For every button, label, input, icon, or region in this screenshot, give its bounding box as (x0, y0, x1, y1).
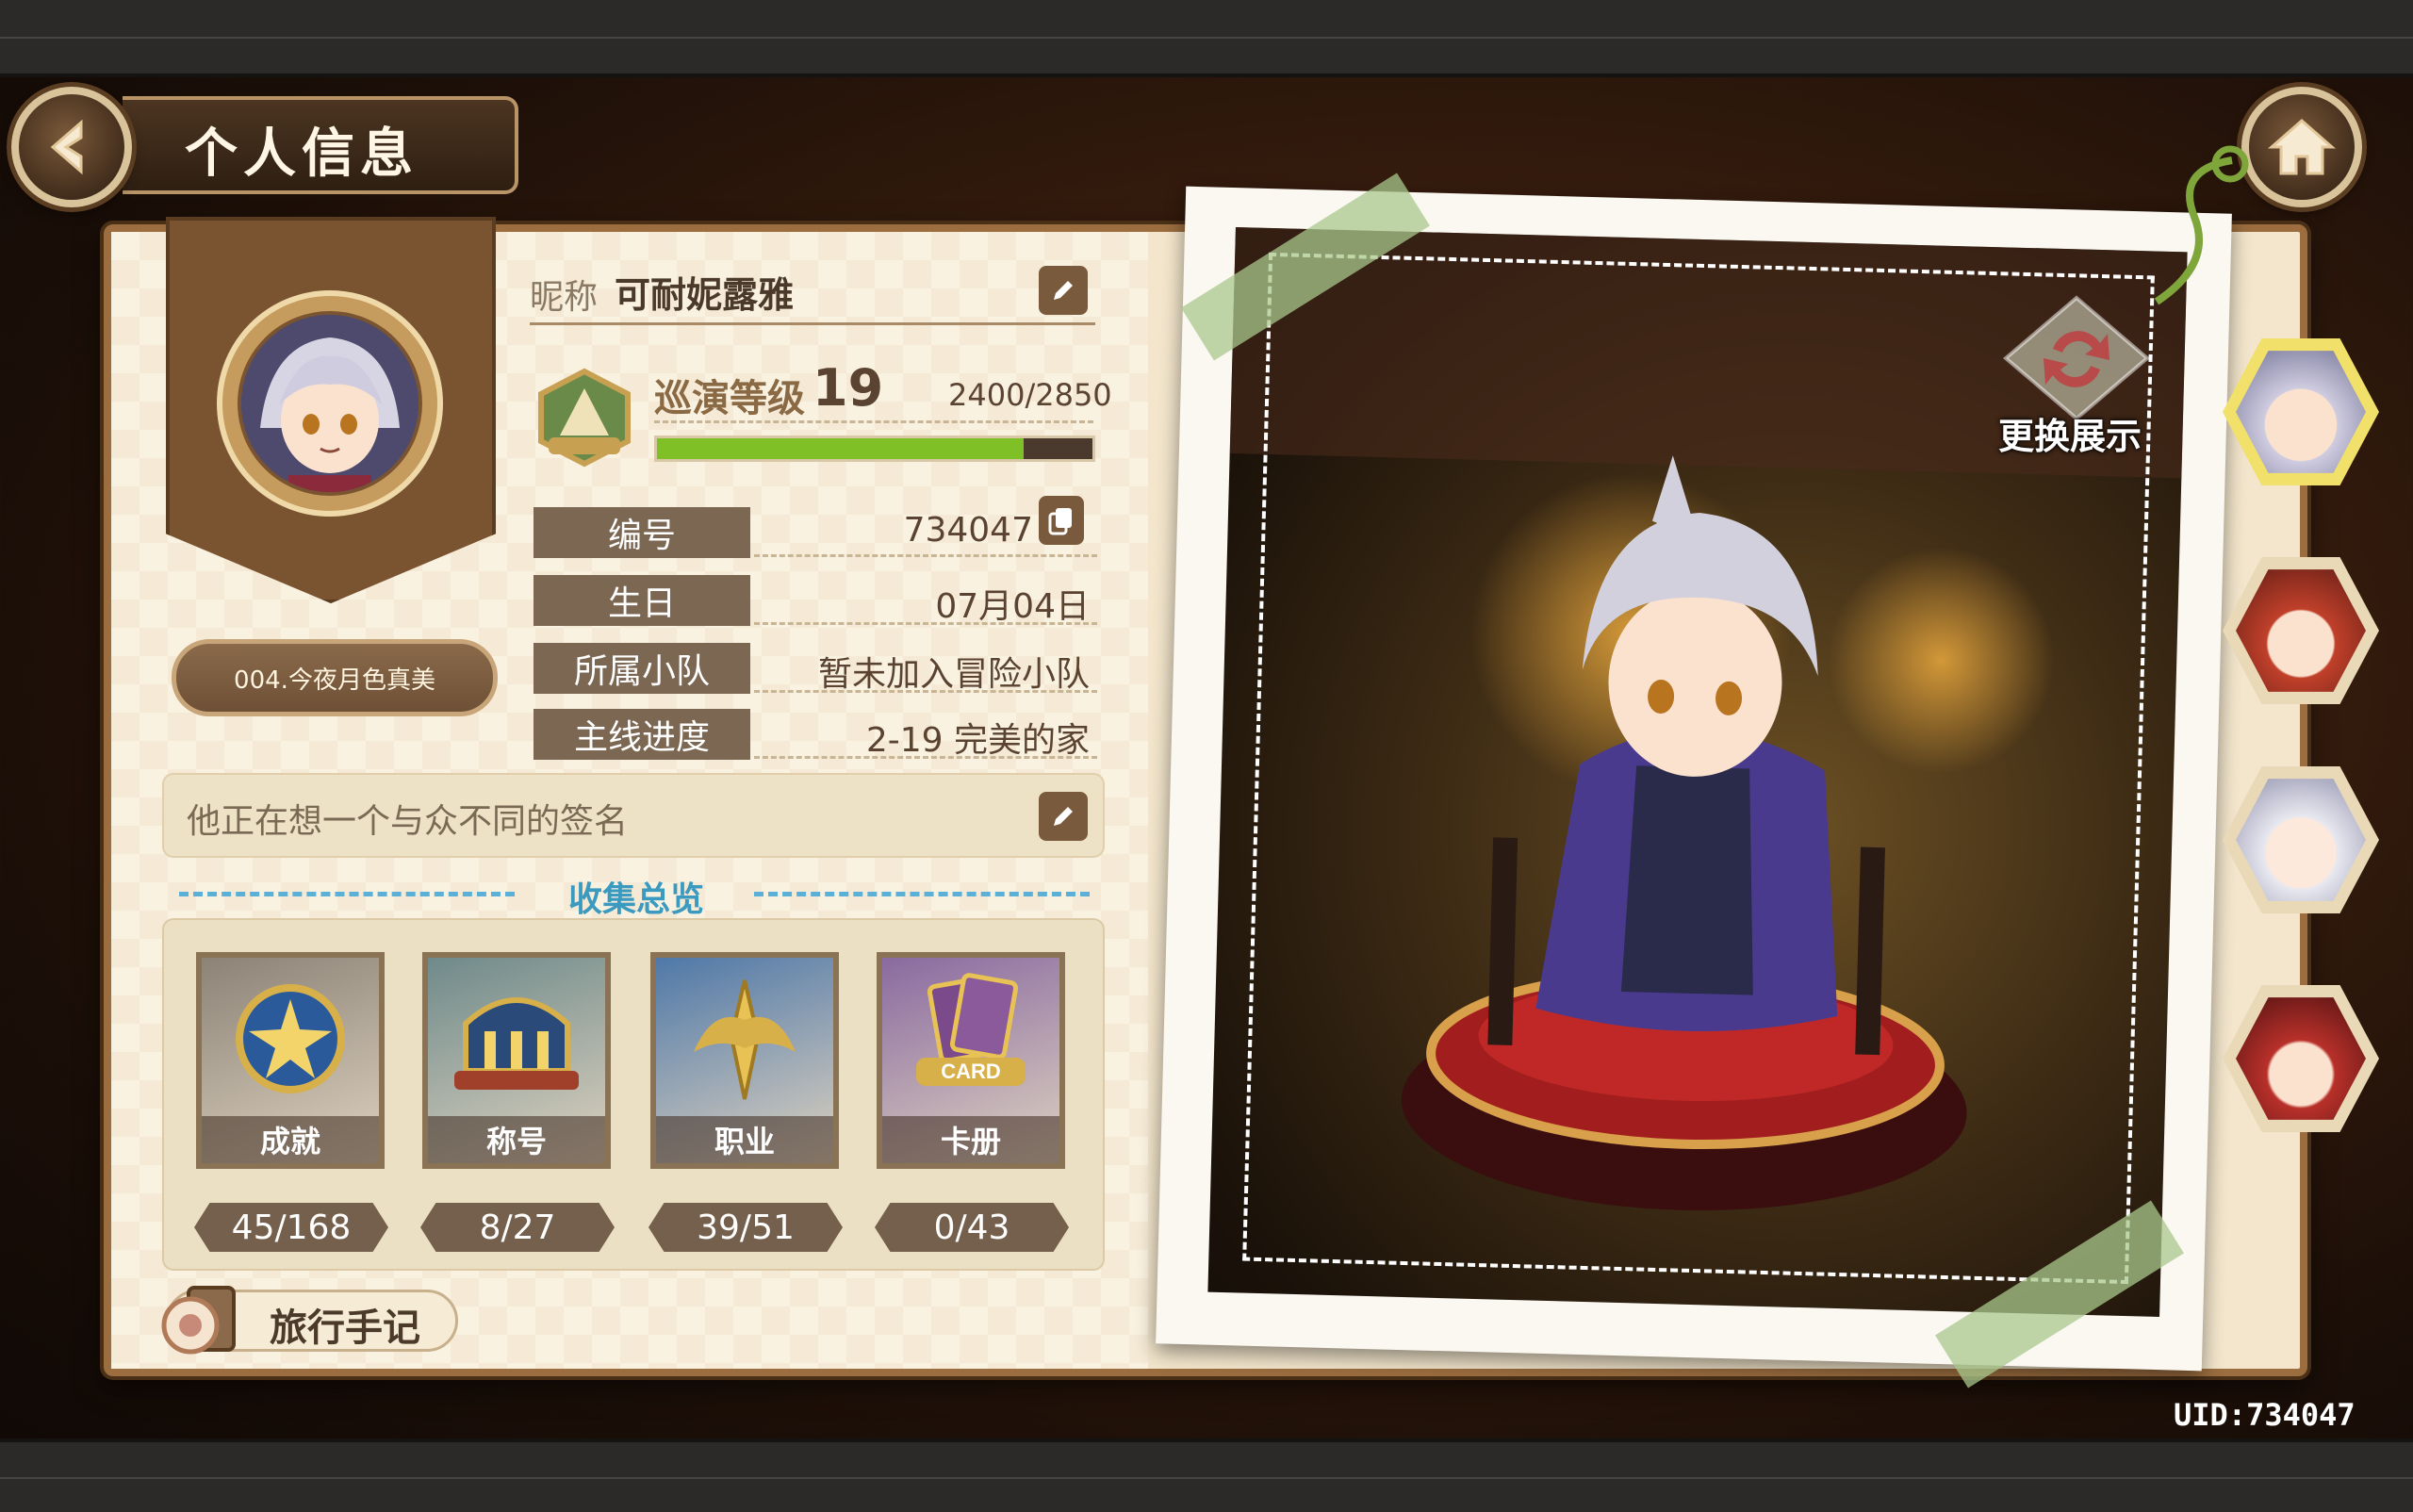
avatar[interactable] (217, 290, 443, 517)
bottom-ornament-band (0, 1438, 2413, 1512)
achievement-card[interactable]: 成就 (196, 952, 385, 1169)
title-count: 8/27 (420, 1203, 615, 1252)
side-avatar-1-portrait (2236, 351, 2366, 473)
nickname-label: 昵称 (530, 278, 599, 317)
title-emblem-icon (454, 997, 579, 1090)
card-album-count: 0/43 (875, 1203, 1069, 1252)
edit-icon (1054, 281, 1073, 300)
team-divider (754, 690, 1097, 693)
side-avatar-2-portrait (2236, 569, 2366, 692)
achievement-emblem-icon (236, 984, 345, 1093)
collection-divider-left (179, 892, 515, 896)
avatar-portrait (238, 311, 422, 496)
card-album-emblem-text: CARD (941, 1060, 1001, 1083)
edit-nickname-button[interactable] (1039, 266, 1088, 315)
collection-title: 收集总览 (567, 880, 704, 919)
swap-icon (2002, 295, 2151, 421)
job-card[interactable]: 职业 (650, 952, 839, 1169)
travel-journal-label: 旅行手记 (270, 1307, 420, 1350)
level-divider (654, 420, 1093, 423)
collection-divider-right (754, 892, 1090, 896)
tour-level-label: 巡演等级 (654, 377, 805, 420)
home-button[interactable] (2241, 87, 2362, 207)
tour-level-value: 19 (813, 358, 884, 418)
achievement-count: 45/168 (194, 1203, 388, 1252)
title-plate[interactable]: 004.今夜月色真美 (172, 639, 498, 716)
copy-id-button[interactable] (1039, 496, 1084, 545)
back-arrow-icon (50, 119, 83, 175)
uid-label: UID:734047 (2174, 1397, 2356, 1433)
job-count: 39/51 (648, 1203, 843, 1252)
tour-level-badge (530, 368, 639, 468)
swap-showcase-label: 更换展示 (1998, 416, 2142, 457)
birthday-divider (754, 622, 1097, 625)
nickname-value: 可耐妮露雅 (615, 274, 795, 316)
exp-text: 2400/2850 (948, 377, 1112, 413)
signature-text: 他正在想一个与众不同的签名 (187, 802, 629, 841)
edit-signature-button[interactable] (1039, 792, 1088, 841)
story-progress-label: 主线进度 (533, 709, 750, 760)
back-button[interactable] (11, 87, 132, 207)
page-title: 个人信息 (185, 123, 419, 185)
story-progress-divider (754, 756, 1097, 759)
id-value: 734047 (903, 511, 1033, 550)
nickname-underline (530, 322, 1095, 325)
title-collection-card[interactable]: 称号 (422, 952, 611, 1169)
journal-icon (160, 1278, 243, 1361)
birthday-value: 07月04日 (935, 587, 1090, 626)
exp-progress-bar (654, 436, 1095, 462)
team-label: 所属小队 (533, 643, 750, 694)
edit-icon (1054, 807, 1073, 826)
home-icon (2268, 119, 2336, 175)
job-label: 职业 (656, 1116, 833, 1163)
exp-progress-fill (657, 438, 1024, 459)
title-collection-label: 称号 (428, 1116, 605, 1163)
job-emblem-icon (694, 979, 796, 1100)
copy-icon (1048, 508, 1072, 535)
card-album-emblem-icon: CARD (916, 973, 1026, 1086)
birthday-label: 生日 (533, 575, 750, 626)
achievement-label: 成就 (202, 1116, 379, 1163)
top-ornament-band (0, 0, 2413, 77)
card-album-card[interactable]: CARD 卡册 (877, 952, 1065, 1169)
card-album-label: 卡册 (882, 1116, 1059, 1163)
story-progress-value: 2-19 完美的家 (865, 721, 1090, 760)
id-divider (754, 554, 1097, 557)
team-value: 暂未加入冒险小队 (817, 655, 1090, 694)
side-avatar-3-portrait (2236, 779, 2366, 901)
id-label: 编号 (533, 507, 750, 558)
side-avatar-4-portrait (2236, 997, 2366, 1120)
